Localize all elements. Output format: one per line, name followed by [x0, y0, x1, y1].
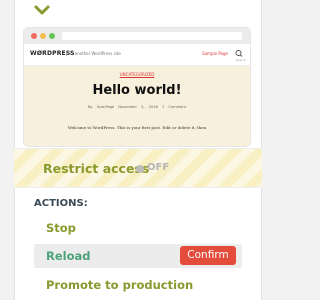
reload-action[interactable]: Reload Confirm [34, 244, 242, 268]
confirm-button[interactable]: Confirm [180, 246, 236, 265]
post-title: Hello world! [92, 83, 182, 98]
restrict-access-row: Restrict access OFF [14, 148, 262, 188]
actions-heading: ACTIONS: [34, 198, 88, 209]
address-bar [62, 32, 242, 40]
site-header: WØRDPRESS Just another WordPress site Sa… [24, 44, 250, 66]
post-excerpt: Welcome to WordPress. This is your first… [67, 125, 207, 130]
search-label: Search [235, 58, 246, 62]
stop-action[interactable]: Stop [34, 216, 242, 240]
site-body: UNCATEGORIZED Hello world! By ScanPage N… [24, 66, 250, 146]
restrict-access-label: Restrict access [43, 161, 150, 176]
toggle-switch-icon[interactable] [136, 165, 144, 173]
browser-toolbar [24, 28, 250, 44]
chevron-down-icon[interactable] [33, 4, 51, 18]
reload-label: Reload [46, 249, 91, 263]
close-dot-icon [31, 33, 37, 39]
site-preview[interactable]: WØRDPRESS Just another WordPress site Sa… [24, 28, 250, 146]
stop-label: Stop [46, 221, 76, 235]
site-tagline: Just another WordPress site [66, 51, 121, 56]
site-menu-link: Sample Page [202, 51, 228, 56]
minimize-dot-icon [40, 33, 46, 39]
post-category: UNCATEGORIZED [119, 72, 155, 77]
post-meta: By ScanPage November 3, 2016 1 Comment [87, 105, 187, 109]
maximize-dot-icon [49, 33, 55, 39]
toggle-state[interactable]: OFF [147, 162, 169, 173]
promote-to-production-action[interactable]: Promote to production [34, 273, 242, 297]
promote-label: Promote to production [46, 278, 194, 292]
